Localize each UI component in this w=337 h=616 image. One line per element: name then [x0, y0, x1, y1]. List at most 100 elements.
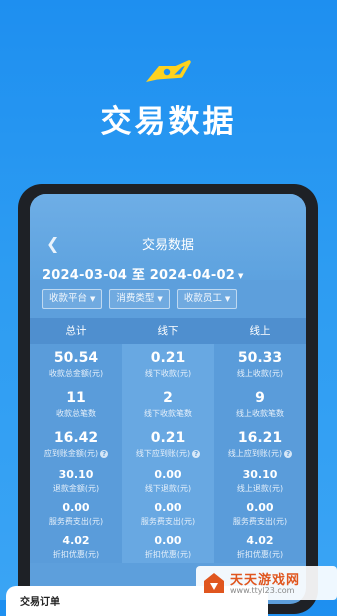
nav-bar: ❮ 交易数据 2024-03-04 至 2024-04-02 ▼ — [30, 194, 306, 283]
stat-cell: 11 收款总笔数 — [30, 384, 122, 424]
sheet-title: 交易订单 — [20, 597, 60, 608]
table-body: 50.54 收款总金额(元) 11 收款总笔数 16.42 应到账金额(元)? 30.10 退… — [30, 344, 306, 563]
stat-cell: 9 线上收款笔数 — [214, 384, 306, 424]
stat-value: 16.21 — [237, 430, 283, 446]
stat-value: 4.02 — [246, 534, 274, 547]
stat-cell: 0.21 线下收款(元) — [122, 344, 214, 384]
stat-cell: 4.02 折扣优惠(元) — [214, 530, 306, 563]
stat-label-text: 线上收款笔数 — [236, 409, 284, 418]
stat-label-text: 线上退款(元) — [236, 484, 284, 493]
stat-cell: 16.42 应到账金额(元)? — [30, 424, 122, 464]
stat-value: 0.00 — [62, 501, 90, 514]
column-header: 线下 — [157, 325, 179, 337]
stat-label: 线下收款(元) — [122, 368, 214, 379]
stat-label: 应到账金额(元)? — [30, 448, 122, 459]
stat-cell: 2 线下收款笔数 — [122, 384, 214, 424]
stat-label: 线下退款(元) — [122, 483, 214, 494]
stat-label-text: 应到账金额(元) — [43, 449, 99, 458]
info-icon[interactable]: ? — [192, 449, 201, 458]
watermark-logo-icon — [204, 573, 224, 593]
column-header: 线上 — [249, 325, 271, 337]
caret-down-icon: ▼ — [157, 295, 163, 303]
stats-table: 总计 线下 线上 50.54 收款总金额(元) 11 收款总笔数 16.42 应到账金额(… — [30, 318, 306, 563]
stat-cell: 30.10 退款金额(元) — [30, 464, 122, 497]
date-range-text: 2024-03-04 至 2024-04-02 — [42, 268, 235, 283]
stat-label: 线下应到账(元)? — [122, 448, 214, 459]
date-range-selector[interactable]: 2024-03-04 至 2024-04-02 ▼ — [42, 264, 244, 283]
stat-value: 50.33 — [237, 350, 283, 366]
stat-cell: 0.00 服务费支出(元) — [214, 497, 306, 530]
stat-value: 2 — [163, 390, 173, 406]
caret-down-icon: ▼ — [224, 295, 231, 303]
headline: 交易数据 — [100, 104, 237, 140]
stat-label-text: 收款总金额(元) — [48, 369, 104, 378]
table-column: 0.21 线下收款(元) 2 线下收款笔数 0.21 线下应到账(元)? 0.00 线下退款(… — [122, 344, 214, 563]
stat-value: 50.54 — [53, 350, 99, 366]
stat-cell: 0.21 线下应到账(元)? — [122, 424, 214, 464]
stat-label: 折扣优惠(元) — [122, 549, 214, 560]
stat-label-text: 服务费支出(元) — [140, 517, 196, 526]
stat-label: 退款金额(元) — [30, 483, 122, 494]
stat-label-text: 折扣优惠(元) — [236, 550, 284, 559]
info-icon[interactable]: ? — [284, 449, 293, 458]
stat-cell: 0.00 折扣优惠(元) — [122, 530, 214, 563]
stat-value: 4.02 — [62, 534, 90, 547]
filter-bar: 收款平台 ▼ 消费类型 ▼ 收款员工 ▼ — [42, 289, 238, 309]
stat-cell: 0.00 服务费支出(元) — [30, 497, 122, 530]
app-screen: ❮ 交易数据 2024-03-04 至 2024-04-02 ▼ 收款平台 ▼ 消费… — [30, 194, 306, 604]
caret-down-icon: ▼ — [237, 271, 244, 280]
table-header: 总计 线下 线上 — [30, 318, 306, 344]
stat-value: 9 — [255, 390, 265, 406]
page-title: 交易数据 — [141, 238, 194, 253]
stat-label-text: 线上应到账(元) — [227, 449, 283, 458]
stat-value: 0.00 — [154, 534, 182, 547]
stat-label-text: 线下退款(元) — [144, 484, 192, 493]
stat-label-text: 线下应到账(元) — [135, 449, 191, 458]
stat-value: 0.21 — [150, 430, 186, 446]
stat-label: 服务费支出(元) — [214, 516, 306, 527]
stat-cell: 4.02 折扣优惠(元) — [30, 530, 122, 563]
app-logo-icon — [146, 60, 191, 82]
column-header: 总计 — [65, 325, 87, 337]
stat-value: 0.21 — [150, 350, 186, 366]
stat-cell: 0.00 服务费支出(元) — [122, 497, 214, 530]
stat-label: 折扣优惠(元) — [214, 549, 306, 560]
stat-label-text: 折扣优惠(元) — [144, 550, 192, 559]
stat-cell: 50.33 线上收款(元) — [214, 344, 306, 384]
stat-label-text: 服务费支出(元) — [232, 517, 288, 526]
table-column: 50.33 线上收款(元) 9 线上收款笔数 16.21 线上应到账(元)? 30.10 线上… — [214, 344, 306, 563]
stat-label-text: 线下收款(元) — [144, 369, 192, 378]
table-column: 50.54 收款总金额(元) 11 收款总笔数 16.42 应到账金额(元)? 30.10 退… — [30, 344, 122, 563]
stat-label: 线上收款笔数 — [214, 408, 306, 419]
stat-cell: 30.10 线上退款(元) — [214, 464, 306, 497]
stat-value: 16.42 — [53, 430, 99, 446]
info-icon[interactable]: ? — [100, 449, 109, 458]
stat-value: 30.10 — [242, 468, 278, 481]
filter-staff[interactable]: 收款员工 ▼ — [176, 289, 238, 309]
stat-label-text: 折扣优惠(元) — [52, 550, 100, 559]
stat-label: 服务费支出(元) — [122, 516, 214, 527]
stat-value: 0.00 — [154, 468, 182, 481]
watermark-url: www.ttyl23.com — [230, 586, 295, 595]
stat-label-text: 线上收款(元) — [236, 369, 284, 378]
stat-label: 线上应到账(元)? — [214, 448, 306, 459]
stat-label: 线下收款笔数 — [122, 408, 214, 419]
stat-label-text: 收款总笔数 — [56, 409, 96, 418]
stat-label-text: 线下收款笔数 — [144, 409, 192, 418]
stat-label: 线上收款(元) — [214, 368, 306, 379]
stat-cell: 16.21 线上应到账(元)? — [214, 424, 306, 464]
filter-type[interactable]: 消费类型 ▼ — [109, 289, 170, 309]
watermark: 天天游戏网 www.ttyl23.com — [196, 566, 337, 600]
stat-label: 线上退款(元) — [214, 483, 306, 494]
stat-label: 服务费支出(元) — [30, 516, 122, 527]
stat-cell: 50.54 收款总金额(元) — [30, 344, 122, 384]
stat-value: 11 — [66, 390, 86, 406]
filter-platform[interactable]: 收款平台 ▼ — [42, 289, 103, 309]
stat-label: 收款总金额(元) — [30, 368, 122, 379]
stat-value: 30.10 — [58, 468, 94, 481]
stat-label-text: 服务费支出(元) — [48, 517, 104, 526]
caret-down-icon: ▼ — [90, 295, 96, 303]
stat-value: 0.00 — [154, 501, 182, 514]
stat-label-text: 退款金额(元) — [52, 484, 100, 493]
stat-label: 收款总笔数 — [30, 408, 122, 419]
